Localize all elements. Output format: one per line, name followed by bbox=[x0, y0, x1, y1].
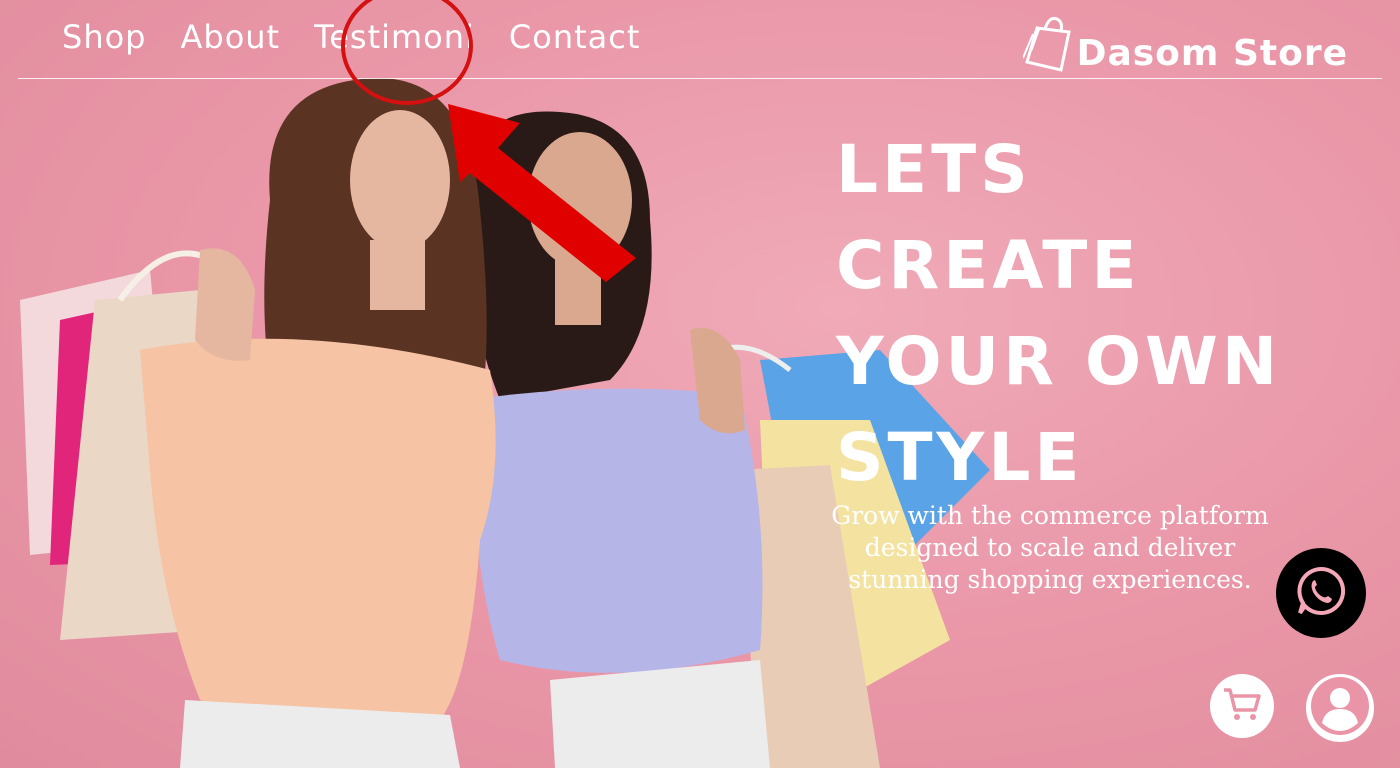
tagline-line: stunning shopping experiences. bbox=[848, 565, 1252, 594]
hero-section: Shop About Testimoni Contact Dasom Store… bbox=[0, 0, 1400, 768]
whatsapp-button[interactable] bbox=[1276, 548, 1366, 638]
headline-line: STYLE bbox=[836, 419, 1084, 496]
brand-name: Dasom Store bbox=[1076, 33, 1348, 74]
user-icon bbox=[1309, 675, 1371, 741]
headline-line: YOUR OWN bbox=[836, 323, 1282, 400]
nav-link-shop[interactable]: Shop bbox=[62, 18, 146, 56]
cart-button[interactable] bbox=[1210, 674, 1274, 738]
tagline-line: designed to scale and deliver bbox=[864, 533, 1236, 562]
nav-link-testimoni[interactable]: Testimoni bbox=[314, 18, 475, 56]
headline-line: CREATE bbox=[836, 227, 1141, 304]
hero-tagline: Grow with the commerce platform designed… bbox=[800, 500, 1300, 596]
whatsapp-icon bbox=[1293, 563, 1349, 623]
main-nav: Shop About Testimoni Contact bbox=[62, 18, 640, 56]
cart-icon bbox=[1222, 686, 1262, 726]
nav-link-contact[interactable]: Contact bbox=[509, 18, 641, 56]
shopping-bag-icon bbox=[1021, 14, 1073, 76]
brand-logo[interactable]: Dasom Store bbox=[1021, 14, 1348, 76]
account-button[interactable] bbox=[1306, 674, 1374, 742]
nav-link-about[interactable]: About bbox=[180, 18, 280, 56]
headline-line: LETS bbox=[836, 131, 1032, 208]
tagline-line: Grow with the commerce platform bbox=[831, 501, 1269, 530]
nav-divider bbox=[18, 78, 1382, 79]
hero-headline: LETS CREATE YOUR OWN STYLE bbox=[836, 122, 1356, 506]
